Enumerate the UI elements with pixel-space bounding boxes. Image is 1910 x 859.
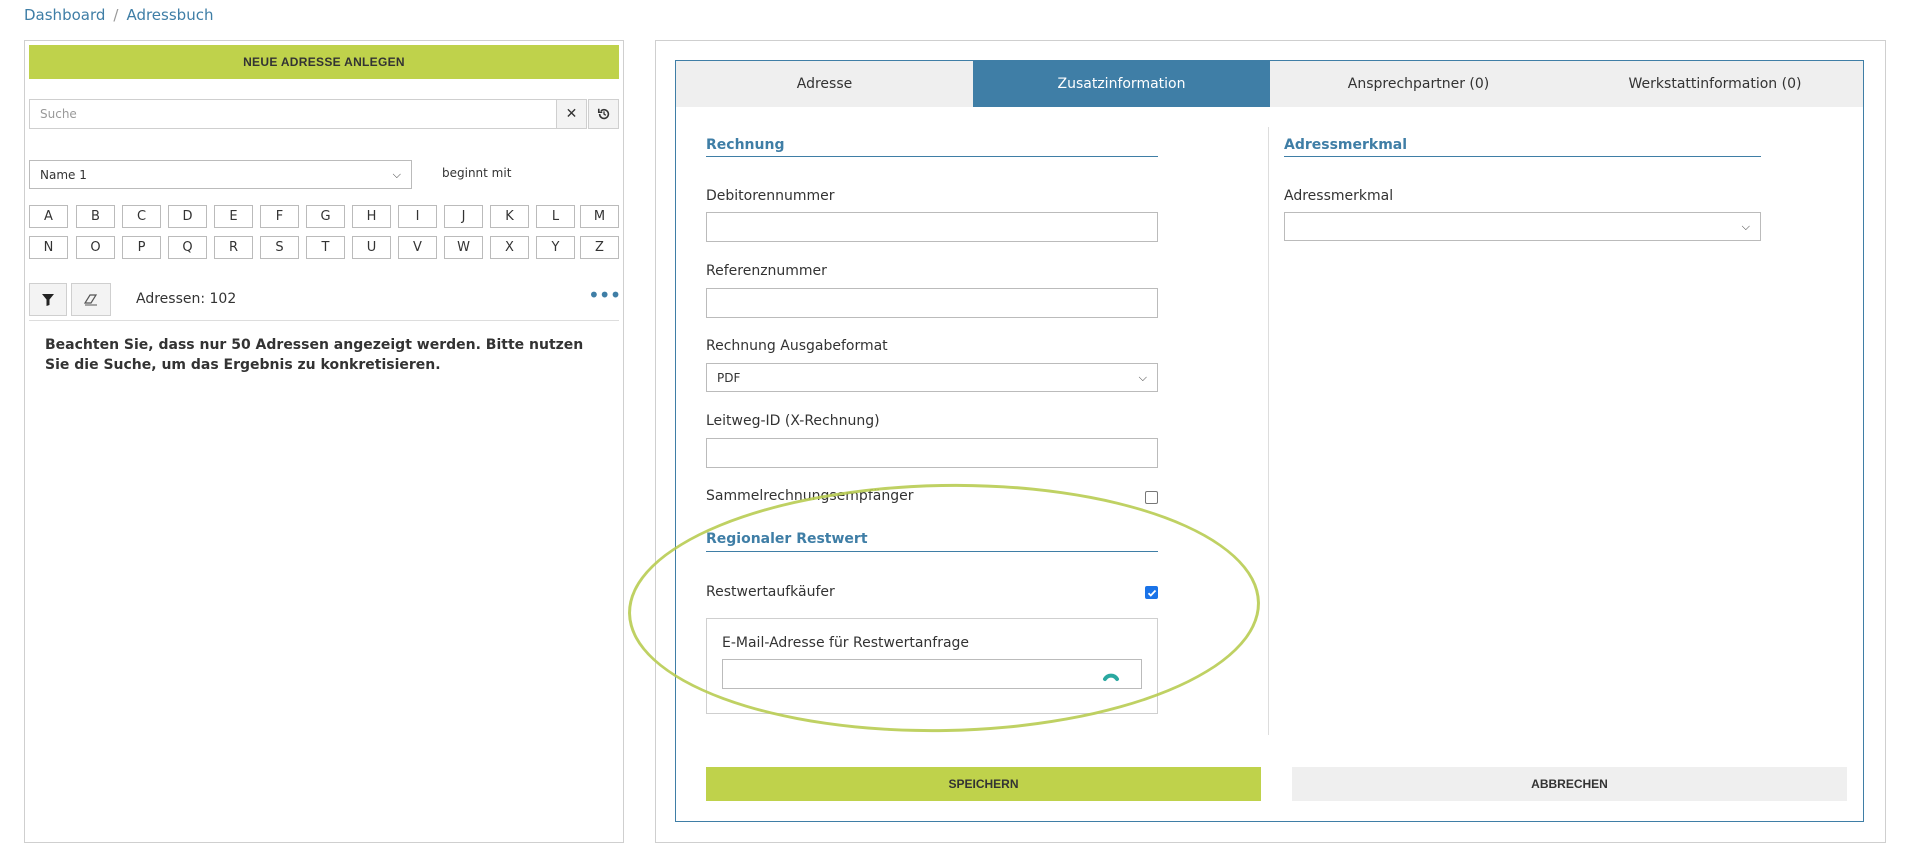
letter-filter-v[interactable]: V	[398, 236, 437, 259]
letter-filter-q[interactable]: Q	[168, 236, 207, 259]
close-icon: ✕	[565, 106, 578, 122]
cancel-button[interactable]: ABBRECHEN	[1292, 767, 1847, 801]
filter-button[interactable]	[29, 283, 67, 316]
eraser-icon	[84, 293, 98, 305]
breadcrumb-separator: /	[113, 6, 119, 24]
tab-werkstattinformation[interactable]: Werkstattinformation (0)	[1567, 61, 1863, 107]
name-field-select-value: Name 1	[40, 167, 87, 182]
adressmerkmal-section-line	[1284, 156, 1761, 157]
clear-search-button[interactable]: ✕	[556, 99, 587, 129]
loading-spinner-icon	[1103, 673, 1119, 681]
letter-filter-i[interactable]: I	[398, 205, 437, 228]
debitor-label: Debitorennummer	[706, 188, 835, 204]
list-divider	[29, 320, 619, 321]
adressmerkmal-select[interactable]: ⌵	[1284, 212, 1761, 241]
regional-restwert-title: Regionaler Restwert	[706, 531, 868, 547]
breadcrumb-dashboard-link[interactable]: Dashboard	[24, 6, 105, 24]
letter-filter-h[interactable]: H	[352, 205, 391, 228]
tab-adresse[interactable]: Adresse	[676, 61, 973, 107]
rechnung-section-title: Rechnung	[706, 137, 785, 153]
letter-filter-e[interactable]: E	[214, 205, 253, 228]
new-address-button[interactable]: NEUE ADRESSE ANLEGEN	[29, 45, 619, 79]
breadcrumb-adressbuch-link[interactable]: Adressbuch	[126, 6, 213, 24]
letter-filter-b[interactable]: B	[76, 205, 115, 228]
letter-filter-n[interactable]: N	[29, 236, 68, 259]
letter-filter-z[interactable]: Z	[580, 236, 619, 259]
letter-filter-w[interactable]: W	[444, 236, 483, 259]
search-input[interactable]	[29, 99, 557, 129]
ausgabeformat-select[interactable]: PDF ⌵	[706, 363, 1158, 392]
save-button[interactable]: SPEICHERN	[706, 767, 1261, 801]
column-divider	[1268, 127, 1269, 735]
restwertaufkaeufer-label: Restwertaufkäufer	[706, 584, 835, 600]
tab-ansprechpartner[interactable]: Ansprechpartner (0)	[1270, 61, 1567, 107]
checkmark-icon	[1147, 589, 1156, 597]
sammelrechnung-checkbox[interactable]	[1145, 491, 1158, 504]
email-restwert-input[interactable]	[722, 659, 1142, 689]
letter-filter-c[interactable]: C	[122, 205, 161, 228]
clear-filter-button[interactable]	[71, 283, 111, 316]
leitweg-label: Leitweg-ID (X-Rechnung)	[706, 413, 880, 429]
referenz-input[interactable]	[706, 288, 1158, 318]
letter-filter-k[interactable]: K	[490, 205, 529, 228]
letter-filter-a[interactable]: A	[29, 205, 68, 228]
letter-filter-u[interactable]: U	[352, 236, 391, 259]
letter-filter-j[interactable]: J	[444, 205, 483, 228]
letter-filter-d[interactable]: D	[168, 205, 207, 228]
letter-filter-x[interactable]: X	[490, 236, 529, 259]
letter-filter-f[interactable]: F	[260, 205, 299, 228]
referenz-label: Referenznummer	[706, 263, 827, 279]
letter-filter-r[interactable]: R	[214, 236, 253, 259]
restwertaufkaeufer-checkbox[interactable]	[1145, 586, 1158, 599]
debitor-input[interactable]	[706, 212, 1158, 242]
history-icon	[597, 108, 609, 120]
tab-zusatzinformation[interactable]: Zusatzinformation	[973, 61, 1270, 107]
letter-filter-m[interactable]: M	[580, 205, 619, 228]
letter-filter-g[interactable]: G	[306, 205, 345, 228]
rechnung-section-line	[706, 156, 1158, 157]
breadcrumb: Dashboard / Adressbuch	[24, 6, 213, 24]
results-limit-notice: Beachten Sie, dass nur 50 Adressen angez…	[45, 337, 584, 373]
name-field-select[interactable]: Name 1 ⌵	[29, 160, 412, 189]
letter-filter-o[interactable]: O	[76, 236, 115, 259]
begins-with-label: beginnt mit	[442, 166, 512, 180]
letter-filter-l[interactable]: L	[536, 205, 575, 228]
sammelrechnung-label: Sammelrechnungsempfänger	[706, 488, 914, 504]
ausgabeformat-label: Rechnung Ausgabeformat	[706, 338, 888, 354]
chevron-down-icon: ⌵	[1741, 219, 1750, 233]
adressmerkmal-label: Adressmerkmal	[1284, 188, 1394, 204]
address-count: Adressen: 102	[136, 291, 237, 307]
regional-restwert-line	[706, 551, 1158, 552]
chevron-down-icon: ⌵	[1138, 370, 1147, 384]
filter-icon	[42, 293, 54, 306]
letter-filter-s[interactable]: S	[260, 236, 299, 259]
reset-search-button[interactable]	[588, 99, 619, 129]
chevron-down-icon: ⌵	[392, 167, 401, 181]
more-options-icon[interactable]: •••	[588, 285, 621, 305]
letter-filter-p[interactable]: P	[122, 236, 161, 259]
letter-filter-t[interactable]: T	[306, 236, 345, 259]
leitweg-input[interactable]	[706, 438, 1158, 468]
letter-filter-y[interactable]: Y	[536, 236, 575, 259]
adressmerkmal-section-title: Adressmerkmal	[1284, 137, 1408, 153]
email-restwert-label: E-Mail-Adresse für Restwertanfrage	[722, 635, 970, 651]
ausgabeformat-select-value: PDF	[717, 370, 741, 385]
